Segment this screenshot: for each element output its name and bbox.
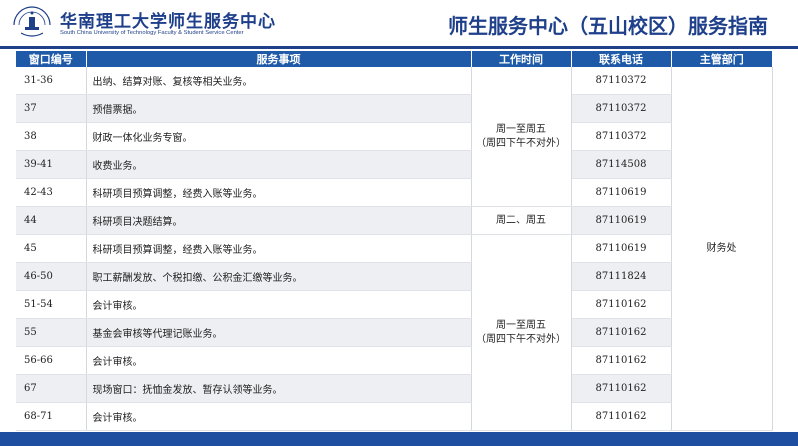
window-number: 42-43 [16, 178, 87, 207]
table-row: 31-36 出纳、结算对账、复核等相关业务。 周一至周五 （周四下午不对外） 8… [16, 67, 773, 431]
work-hours-line1: 周二、周五 [496, 214, 546, 226]
work-hours: 周一至周五 （周四下午不对外） [471, 234, 572, 431]
university-seal-icon [13, 6, 51, 37]
phone-number: 87111824 [571, 262, 672, 291]
service-item: 会计审核。 [86, 346, 472, 375]
service-table: 窗口编号 服务事项 工作时间 联系电话 主管部门 31-36 出纳、结算对账、复… [16, 51, 773, 431]
university-name: 华南理工大学师生服务中心 [60, 12, 276, 32]
title-divider [0, 46, 798, 49]
table-row: 55 基金会审核等代理记账业务。 87110162 [16, 318, 772, 347]
window-number: 56-66 [16, 346, 87, 375]
service-item: 会计审核。 [86, 402, 472, 431]
column-header-phone: 联系电话 [571, 51, 672, 67]
work-hours-line2: （周四下午不对外） [476, 333, 566, 345]
phone-number: 87110162 [571, 346, 672, 375]
window-number: 46-50 [16, 262, 87, 291]
service-item: 科研项目预算调整，经费入账等业务。 [86, 178, 472, 207]
column-header-department: 主管部门 [671, 51, 772, 67]
work-hours-line2: （周四下午不对外） [476, 137, 566, 149]
window-number: 44 [16, 206, 87, 235]
service-item: 科研项目决题结算。 [86, 206, 472, 235]
window-number: 45 [16, 234, 87, 263]
table-header-row: 窗口编号 服务事项 工作时间 联系电话 主管部门 [16, 51, 772, 67]
service-item: 职工薪酬发放、个税扣缴、公积金汇缴等业务。 [86, 262, 472, 291]
window-number: 51-54 [16, 290, 87, 319]
table-row: 56-66 会计审核。 87110162 [16, 346, 772, 375]
column-header-service: 服务事项 [86, 51, 472, 67]
work-hours-line1: 周一至周五 [496, 123, 546, 135]
service-item: 预借票据。 [86, 94, 472, 123]
table-row: 68-71 会计审核。 87110162 [16, 402, 772, 431]
table-row: 51-54 会计审核。 87110162 [16, 290, 772, 319]
window-number: 39-41 [16, 150, 87, 179]
phone-number: 87110619 [571, 206, 672, 235]
service-item: 现场窗口：抚恤金发放、暂存认领等业务。 [86, 374, 472, 403]
window-number: 38 [16, 122, 87, 151]
department: 财务处 [671, 67, 773, 431]
work-hours: 周一至周五 （周四下午不对外） [471, 67, 572, 207]
service-item: 收费业务。 [86, 150, 472, 179]
page-title: 师生服务中心（五山校区）服务指南 [448, 14, 768, 38]
service-item: 出纳、结算对账、复核等相关业务。 [86, 67, 472, 95]
service-item: 财政一体化业务专窗。 [86, 122, 472, 151]
work-hours-line1: 周一至周五 [496, 319, 546, 331]
university-logo: 华南理工大学师生服务中心 South China University of T… [10, 3, 290, 43]
table-row: 44 科研项目决题结算。 周二、周五 87110619 [16, 206, 772, 235]
table-row: 38 财政一体化业务专窗。 87110372 [16, 122, 772, 151]
table-row: 42-43 科研项目预算调整，经费入账等业务。 87110619 [16, 178, 772, 207]
work-hours: 周二、周五 [471, 206, 572, 235]
phone-number: 87110619 [571, 234, 672, 263]
page-header: 华南理工大学师生服务中心 South China University of T… [0, 0, 798, 49]
phone-number: 87110372 [571, 122, 672, 151]
table-row: 37 预借票据。 87110372 [16, 94, 772, 123]
window-number: 55 [16, 318, 87, 347]
service-item: 基金会审核等代理记账业务。 [86, 318, 472, 347]
phone-number: 87110372 [571, 67, 672, 95]
phone-number: 87110619 [571, 178, 672, 207]
table-row: 39-41 收费业务。 87114508 [16, 150, 772, 179]
university-name-en: South China University of Technology Fac… [60, 30, 244, 36]
service-item: 会计审核。 [86, 290, 472, 319]
phone-number: 87110162 [571, 318, 672, 347]
service-item: 科研项目预算调整，经费入账等业务。 [86, 234, 472, 263]
table-row: 67 现场窗口：抚恤金发放、暂存认领等业务。 87110162 [16, 374, 772, 403]
window-number: 67 [16, 374, 87, 403]
window-number: 37 [16, 94, 87, 123]
phone-number: 87110162 [571, 290, 672, 319]
footer-bar [0, 432, 798, 446]
column-header-hours: 工作时间 [471, 51, 572, 67]
column-header-window: 窗口编号 [16, 51, 87, 67]
phone-number: 87110162 [571, 374, 672, 403]
table-row: 45 科研项目预算调整，经费入账等业务。 周一至周五 （周四下午不对外） 871… [16, 234, 772, 431]
phone-number: 87110372 [571, 94, 672, 123]
window-number: 68-71 [16, 402, 87, 431]
phone-number: 87110162 [571, 402, 672, 431]
table-row: 46-50 职工薪酬发放、个税扣缴、公积金汇缴等业务。 87111824 [16, 262, 772, 291]
window-number: 31-36 [16, 67, 87, 95]
phone-number: 87114508 [571, 150, 672, 179]
